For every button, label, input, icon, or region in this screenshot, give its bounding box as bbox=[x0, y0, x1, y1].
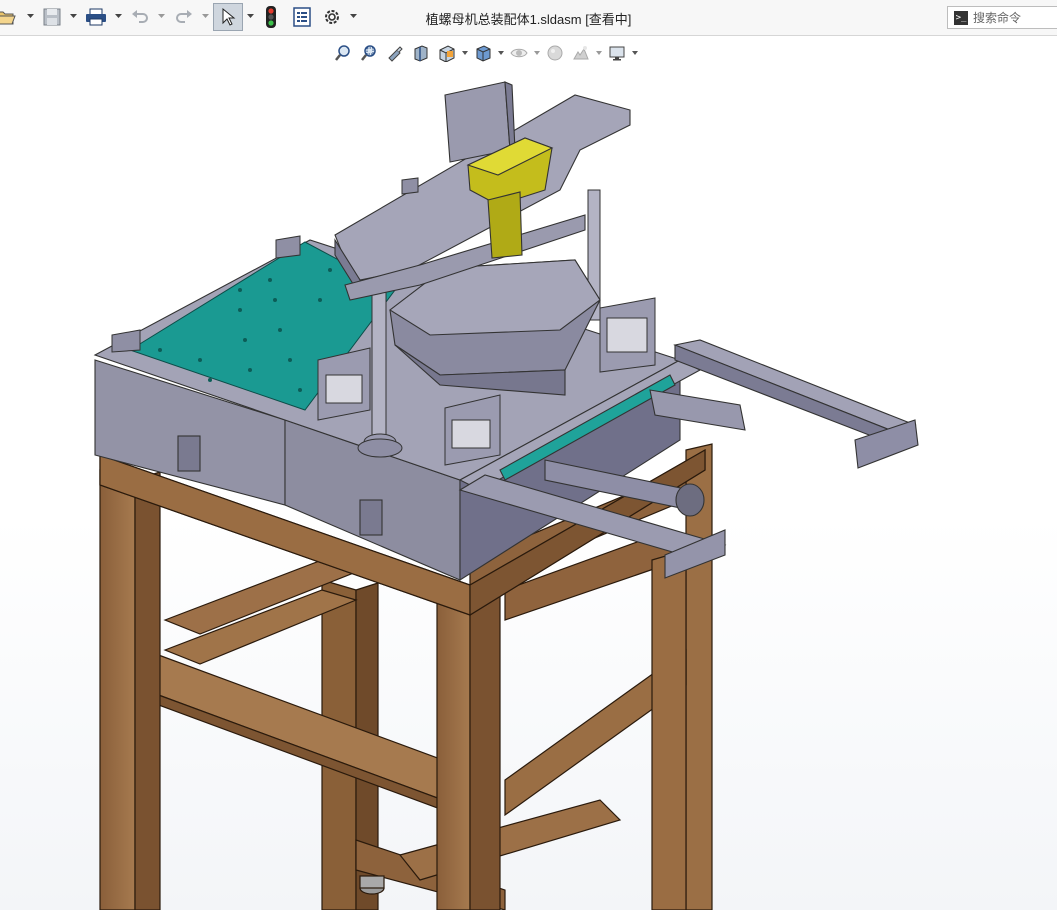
open-dropdown-chevron-icon[interactable] bbox=[26, 12, 34, 20]
hide-show-dropdown-icon[interactable] bbox=[532, 41, 542, 65]
open-icon[interactable] bbox=[0, 5, 18, 29]
display-style-dropdown-icon[interactable] bbox=[496, 41, 506, 65]
redo-dropdown-chevron-icon[interactable] bbox=[201, 12, 209, 20]
display-style-icon[interactable] bbox=[470, 41, 496, 65]
search-commands-input[interactable] bbox=[973, 10, 1057, 25]
graphics-viewport[interactable] bbox=[0, 37, 1057, 910]
view-settings-dropdown-icon[interactable] bbox=[630, 41, 640, 65]
window-title: 植螺母机总装配体1.sldasm [查看中] bbox=[425, 12, 632, 27]
file-properties-icon[interactable] bbox=[290, 5, 314, 29]
view-orientation-dropdown-icon[interactable] bbox=[460, 41, 470, 65]
print-icon[interactable] bbox=[84, 5, 108, 29]
zoom-to-fit-icon[interactable] bbox=[330, 41, 356, 65]
hide-show-items-icon[interactable] bbox=[506, 41, 532, 65]
undo-icon[interactable] bbox=[128, 5, 152, 29]
options-dropdown-chevron-icon[interactable] bbox=[349, 12, 357, 20]
title-bar: 植螺母机总装配体1.sldasm [查看中] >_ bbox=[0, 0, 1057, 36]
options-gear-icon[interactable] bbox=[320, 5, 344, 29]
apply-scene-dropdown-icon[interactable] bbox=[594, 41, 604, 65]
section-view-icon[interactable] bbox=[408, 41, 434, 65]
zoom-area-icon[interactable] bbox=[356, 41, 382, 65]
apply-scene-icon[interactable] bbox=[568, 41, 594, 65]
save-dropdown-chevron-icon[interactable] bbox=[69, 12, 77, 20]
select-dropdown-chevron-icon[interactable] bbox=[246, 12, 254, 20]
assembly-model-3d bbox=[93, 81, 919, 910]
traffic-light-icon[interactable] bbox=[259, 5, 283, 29]
previous-view-icon[interactable] bbox=[382, 41, 408, 65]
edit-appearance-icon[interactable] bbox=[542, 41, 568, 65]
view-settings-icon[interactable] bbox=[604, 41, 630, 65]
view-orientation-icon[interactable] bbox=[434, 41, 460, 65]
search-commands-box[interactable]: >_ bbox=[947, 6, 1057, 29]
redo-icon[interactable] bbox=[172, 5, 196, 29]
undo-dropdown-chevron-icon[interactable] bbox=[157, 12, 165, 20]
save-icon[interactable] bbox=[40, 5, 64, 29]
heads-up-view-toolbar bbox=[330, 40, 640, 66]
print-dropdown-chevron-icon[interactable] bbox=[114, 12, 122, 20]
select-cursor-icon[interactable] bbox=[213, 3, 243, 31]
command-prompt-icon: >_ bbox=[954, 10, 968, 25]
